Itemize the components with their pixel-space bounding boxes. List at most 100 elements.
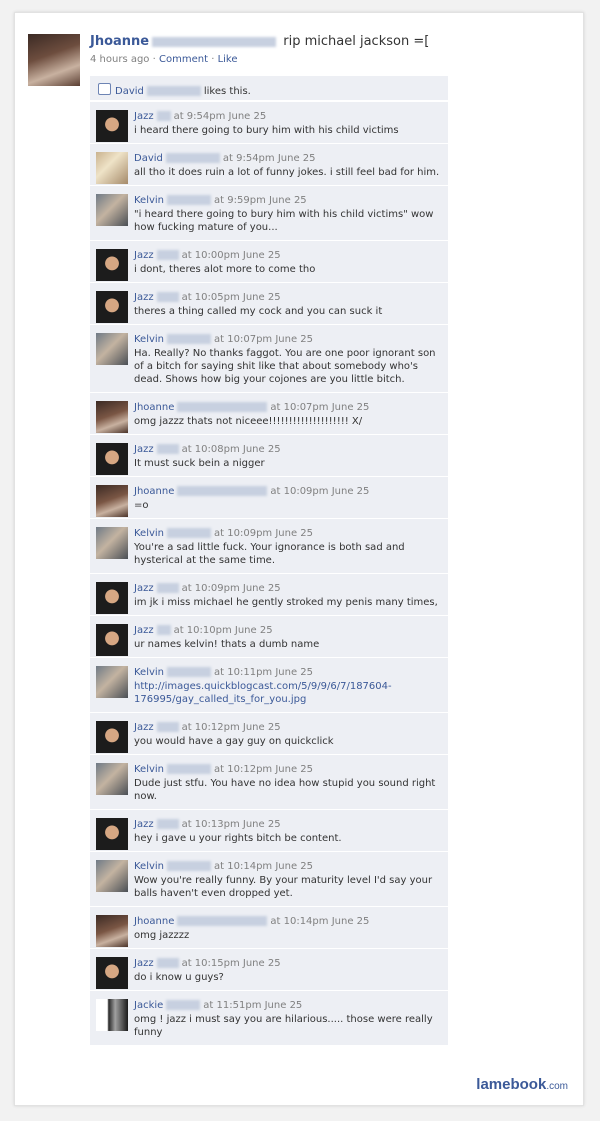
comment-header: Jhoanne at 10:09pm June 25 xyxy=(134,485,442,498)
commenter-avatar[interactable] xyxy=(96,333,128,365)
post-time: 4 hours ago xyxy=(90,54,150,65)
comment-text: i heard there going to bury him with his… xyxy=(134,125,399,136)
commenter-name[interactable]: Jazz xyxy=(134,819,154,830)
commenter-avatar[interactable] xyxy=(96,582,128,614)
commenter-avatar[interactable] xyxy=(96,721,128,753)
comment-row: Jhoanne at 10:09pm June 25 =o xyxy=(90,477,448,519)
comment-header: Jazz at 10:05pm June 25 xyxy=(134,291,442,304)
commenter-avatar[interactable] xyxy=(96,763,128,795)
commenter-name[interactable]: Kelvin xyxy=(134,764,164,775)
comment-time: at 10:09pm June 25 xyxy=(214,528,314,539)
commenter-name[interactable]: Jazz xyxy=(134,625,154,636)
redacted-surname xyxy=(156,444,179,454)
redacted-surname xyxy=(167,334,212,344)
commenter-avatar[interactable] xyxy=(96,152,128,184)
commenter-avatar[interactable] xyxy=(96,957,128,989)
commenter-avatar[interactable] xyxy=(96,110,128,142)
commenter-avatar[interactable] xyxy=(96,666,128,698)
comment-text: You're a sad little fuck. Your ignorance… xyxy=(134,542,405,566)
comment-header: Kelvin at 10:07pm June 25 xyxy=(134,333,442,346)
redacted-surname xyxy=(177,916,268,926)
comment-text: im jk i miss michael he gently stroked m… xyxy=(134,597,438,608)
redacted-surname xyxy=(177,486,268,496)
comment-text: do i know u guys? xyxy=(134,972,224,983)
redacted-surname xyxy=(167,667,212,677)
comment-text: all tho it does ruin a lot of funny joke… xyxy=(134,167,440,178)
comment-text: omg ! jazz i must say you are hilarious.… xyxy=(134,1014,433,1038)
commenter-name[interactable]: Kelvin xyxy=(134,528,164,539)
comment-link-text[interactable]: http://images.quickblogcast.com/5/9/9/6/… xyxy=(134,680,442,706)
commenter-avatar[interactable] xyxy=(96,194,128,226)
redacted-surname xyxy=(166,1000,201,1010)
comment-row: Kelvin at 10:11pm June 25 http://images.qu… xyxy=(90,658,448,713)
comment-row: Jazz at 10:09pm June 25 im jk i miss micha… xyxy=(90,574,448,616)
comment-time: at 10:11pm June 25 xyxy=(214,667,314,678)
redacted-surname xyxy=(156,583,179,593)
commenter-name[interactable]: Kelvin xyxy=(134,334,164,345)
commenter-name[interactable]: Kelvin xyxy=(134,195,164,206)
commenter-name[interactable]: Jazz xyxy=(134,444,154,455)
commenter-avatar[interactable] xyxy=(96,915,128,947)
comment-text: It must suck bein a nigger xyxy=(134,458,265,469)
commenter-avatar[interactable] xyxy=(96,818,128,850)
redacted-surname xyxy=(167,764,212,774)
commenter-name[interactable]: Jhoanne xyxy=(134,402,174,413)
commenter-avatar[interactable] xyxy=(96,443,128,475)
comment-row: Jhoanne at 10:14pm June 25 omg jazzzz xyxy=(90,907,448,949)
liker-name[interactable]: David xyxy=(115,86,144,97)
comment-header: Jazz at 10:10pm June 25 xyxy=(134,624,442,637)
redacted-surname xyxy=(165,153,220,163)
commenter-name[interactable]: Jazz xyxy=(134,250,154,261)
commenter-avatar[interactable] xyxy=(96,860,128,892)
comment-text: hey i gave u your rights bitch be conten… xyxy=(134,833,342,844)
comment-link[interactable]: Comment xyxy=(159,54,208,65)
commenter-avatar[interactable] xyxy=(96,401,128,433)
comment-time: at 10:12pm June 25 xyxy=(214,764,314,775)
commenter-name[interactable]: Jazz xyxy=(134,958,154,969)
comment-time: at 10:14pm June 25 xyxy=(270,916,370,927)
commenter-avatar[interactable] xyxy=(96,291,128,323)
commenter-name[interactable]: Kelvin xyxy=(134,861,164,872)
commenter-name[interactable]: Jhoanne xyxy=(134,486,174,497)
redacted-surname xyxy=(156,958,179,968)
redacted-surname xyxy=(167,195,212,205)
comment-time: at 9:54pm June 25 xyxy=(222,153,316,164)
comment-text: Ha. Really? No thanks faggot. You are on… xyxy=(134,348,436,385)
comment-header: Jazz at 10:12pm June 25 xyxy=(134,721,442,734)
comment-row: David at 9:54pm June 25 all tho it does ru… xyxy=(90,144,448,186)
redacted-surname xyxy=(156,819,179,829)
commenter-name[interactable]: Jhoanne xyxy=(134,916,174,927)
redacted-surname xyxy=(177,402,268,412)
redacted-surname xyxy=(167,528,212,538)
commenter-avatar[interactable] xyxy=(96,249,128,281)
commenter-avatar[interactable] xyxy=(96,485,128,517)
comment-header: Kelvin at 10:09pm June 25 xyxy=(134,527,442,540)
commenter-avatar[interactable] xyxy=(96,624,128,656)
comment-text: theres a thing called my cock and you ca… xyxy=(134,306,383,317)
commenter-name[interactable]: Jazz xyxy=(134,111,154,122)
comment-header: Jazz at 10:13pm June 25 xyxy=(134,818,442,831)
comment-text: you would have a gay guy on quickclick xyxy=(134,736,334,747)
comment-row: Kelvin at 10:09pm June 25 You're a sad lit… xyxy=(90,519,448,574)
commenter-name[interactable]: Jazz xyxy=(134,292,154,303)
commenter-name[interactable]: Jackie xyxy=(134,1000,163,1011)
commenter-name[interactable]: Kelvin xyxy=(134,667,164,678)
post-header: Jhoanne rip michael jackson =[ xyxy=(90,34,560,49)
likes-bar: David likes this. xyxy=(90,76,448,100)
comment-header: Jazz at 10:00pm June 25 xyxy=(134,249,442,262)
redacted-surname xyxy=(167,861,212,871)
comment-row: Jazz at 10:15pm June 25 do i know u guys? xyxy=(90,949,448,991)
comment-time: at 10:12pm June 25 xyxy=(181,722,281,733)
comment-header: Jazz at 9:54pm June 25 xyxy=(134,110,442,123)
comment-time: at 10:05pm June 25 xyxy=(181,292,281,303)
post-status-text: rip michael jackson =[ xyxy=(283,34,430,49)
post-author-name[interactable]: Jhoanne xyxy=(90,34,149,49)
commenter-name[interactable]: Jazz xyxy=(134,583,154,594)
commenter-name[interactable]: David xyxy=(134,153,163,164)
like-link[interactable]: Like xyxy=(218,54,238,65)
commenter-avatar[interactable] xyxy=(96,527,128,559)
commenter-name[interactable]: Jazz xyxy=(134,722,154,733)
post-author-avatar[interactable] xyxy=(28,34,80,86)
commenter-avatar[interactable] xyxy=(96,999,128,1031)
comment-header: Jazz at 10:09pm June 25 xyxy=(134,582,442,595)
